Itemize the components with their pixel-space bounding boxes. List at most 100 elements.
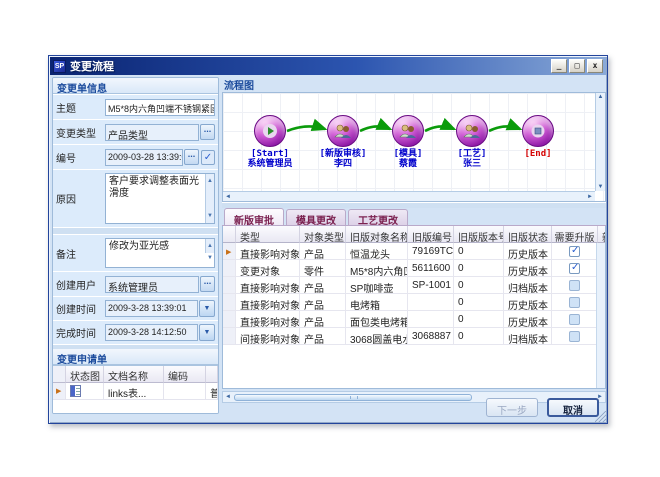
grid-row[interactable]: 直接影响对象 产品 面包类电烤箱 0 历史版本	[223, 311, 605, 328]
request-row[interactable]: ▶ links表... 普	[53, 383, 218, 400]
cell-oldname: 3068圆盖电水壶	[346, 328, 408, 345]
creator-label: 创建用户	[56, 277, 105, 292]
upgrade-checkbox[interactable]	[569, 314, 580, 325]
change-type-label: 变更类型	[56, 125, 105, 140]
number-input[interactable]: 2009-03-28 13:39:01	[105, 149, 183, 166]
request-col-code[interactable]: 编码	[164, 366, 206, 383]
maximize-button[interactable]: □	[569, 59, 585, 73]
remark-spinner[interactable]: ▲▼	[205, 239, 214, 253]
grid-col-oldstatus[interactable]: 旧版状态	[504, 226, 552, 243]
upgrade-checkbox[interactable]	[569, 263, 580, 274]
number-checkbox[interactable]: ✓	[201, 150, 215, 165]
flow-chart-title: 流程图	[222, 77, 606, 92]
grid-col-type[interactable]: 类型	[236, 226, 300, 243]
flow-node-start[interactable]	[254, 115, 286, 147]
flow-chart-canvas[interactable]: [Start] 系统管理员 [新版审核] 李四	[222, 92, 606, 202]
scroll-right-icon[interactable]: ►	[587, 194, 593, 200]
tab-bar: 新版审批 模具更改 工艺更改	[222, 208, 606, 226]
panel-divider	[53, 227, 218, 234]
spin-up-icon[interactable]: ▲	[207, 240, 213, 252]
remark-label: 备注	[56, 246, 105, 261]
row-indicator	[223, 328, 236, 345]
scroll-up-icon[interactable]: ▲	[207, 175, 213, 187]
create-time-input[interactable]: 2009-3-28 13:39:01	[105, 300, 198, 317]
flow-node-review[interactable]	[327, 115, 359, 147]
flow-node-tag: [Start]	[230, 149, 310, 159]
reason-textarea[interactable]: 客户要求调整表面光滑度 ▲▼	[105, 173, 215, 224]
resize-grip[interactable]	[595, 411, 606, 422]
cell-type: 变更对象	[236, 260, 300, 277]
field-row-number: 编号 2009-03-28 13:39:01 ... ✓	[53, 144, 218, 169]
grid-row[interactable]: 直接影响对象 产品 SP咖啡壶 SP-1001 0 归档版本 SP咖	[223, 277, 605, 294]
tab-new-version-approval[interactable]: 新版审批	[224, 208, 284, 225]
upgrade-checkbox[interactable]	[569, 331, 580, 342]
scroll-left-icon[interactable]: ◄	[223, 393, 233, 402]
upgrade-checkbox[interactable]	[569, 297, 580, 308]
close-button[interactable]: x	[587, 59, 603, 73]
change-type-browse-button[interactable]: ...	[200, 124, 215, 140]
cell-oldcode: 5611600	[408, 260, 454, 277]
cell-oldver: 0	[454, 260, 504, 277]
cell-upgrade	[552, 260, 598, 277]
tab-mold-change[interactable]: 模具更改	[286, 209, 346, 225]
people-icon	[463, 124, 481, 139]
flow-vscrollbar[interactable]: ▲▼	[595, 93, 605, 191]
create-time-label: 创建时间	[56, 301, 105, 316]
scroll-down-icon[interactable]: ▼	[207, 210, 213, 222]
row-indicator: ▶	[53, 383, 66, 400]
grid-col-oldcode[interactable]: 旧版编号	[408, 226, 454, 243]
scroll-up-icon[interactable]: ▲	[598, 94, 604, 100]
grid-col-newname[interactable]: 新版	[598, 226, 605, 243]
request-table-empty	[53, 400, 218, 414]
grid-scroll-thumb[interactable]	[234, 394, 472, 401]
remark-text: 修改为亚光感	[109, 241, 169, 252]
reason-label: 原因	[56, 191, 105, 206]
request-col-docname[interactable]: 文档名称	[104, 366, 164, 383]
desktop-background: SP 变更流程 _ □ x 变更单信息 主题 M5*8内六角凹端不锈钢紧固螺钉 …	[0, 0, 660, 477]
number-browse-button[interactable]: ...	[184, 149, 199, 165]
flow-node-tag: [End]	[498, 149, 578, 159]
grid-row[interactable]: 变更对象 零件 M5*8内六角凹... 5611600 0 历史版本 M5*8	[223, 260, 605, 277]
field-row-remark: 备注 修改为亚光感 ▲▼	[53, 234, 218, 271]
finish-time-input[interactable]: 2009-3-28 14:12:50	[105, 324, 198, 341]
create-time-dropdown-icon[interactable]: ▼	[199, 300, 215, 317]
subject-input[interactable]: M5*8内六角凹端不锈钢紧固螺钉	[105, 99, 215, 116]
grid-col-oldver[interactable]: 旧版版本号	[454, 226, 504, 243]
cell-oldstatus: 归档版本	[504, 328, 552, 345]
scroll-down-icon[interactable]: ▼	[598, 184, 604, 190]
reason-scrollbar[interactable]: ▲▼	[205, 174, 214, 223]
request-col-status[interactable]: 状态图	[66, 366, 104, 383]
title-bar[interactable]: SP 变更流程 _ □ x	[50, 57, 606, 75]
tab-craft-change[interactable]: 工艺更改	[348, 209, 408, 225]
spin-down-icon[interactable]: ▼	[207, 252, 213, 264]
field-row-reason: 原因 客户要求调整表面光滑度 ▲▼	[53, 169, 218, 227]
grid-row[interactable]: ▶ 直接影响对象 产品 恒温龙头 79169TC 0 历史版本	[223, 243, 605, 260]
grid-header-row: 类型 对象类型 旧版对象名称 旧版编号 旧版版本号 旧版状态 需要升版 新版	[223, 226, 605, 243]
cancel-button[interactable]: 取消	[547, 398, 599, 417]
grid-vscrollbar[interactable]	[596, 243, 605, 388]
minimize-button[interactable]: _	[551, 59, 567, 73]
flow-node-person: 张三	[432, 159, 512, 169]
remark-textarea[interactable]: 修改为亚光感 ▲▼	[105, 238, 215, 268]
grid-row[interactable]: 直接影响对象 产品 电烤箱 0 历史版本	[223, 294, 605, 311]
flow-node-craft[interactable]	[456, 115, 488, 147]
grid-col-upgrade[interactable]: 需要升版	[552, 226, 598, 243]
creator-browse-button[interactable]: ...	[200, 276, 215, 292]
next-step-button[interactable]: 下一步	[486, 398, 538, 417]
cell-oldname: 恒温龙头	[346, 243, 408, 260]
upgrade-checkbox[interactable]	[569, 280, 580, 291]
flow-node-end[interactable]	[522, 115, 554, 147]
change-type-input[interactable]: 产品类型	[105, 124, 199, 141]
upgrade-checkbox[interactable]	[569, 246, 580, 257]
grid-col-oldname[interactable]: 旧版对象名称	[346, 226, 408, 243]
creator-input[interactable]: 系统管理员	[105, 276, 199, 293]
grid-row[interactable]: 间接影响对象 产品 3068圆盖电水壶 3068887 0 归档版本	[223, 328, 605, 345]
finish-time-dropdown-icon[interactable]: ▼	[199, 324, 215, 341]
cell-oldver: 0	[454, 294, 504, 311]
flow-hscrollbar[interactable]: ◄►	[223, 191, 595, 201]
scroll-left-icon[interactable]: ◄	[225, 194, 231, 200]
row-indicator	[223, 260, 236, 277]
flow-node-mold[interactable]	[392, 115, 424, 147]
grid-col-objtype[interactable]: 对象类型	[300, 226, 346, 243]
section-header-change-request: 变更申请单	[53, 349, 218, 365]
